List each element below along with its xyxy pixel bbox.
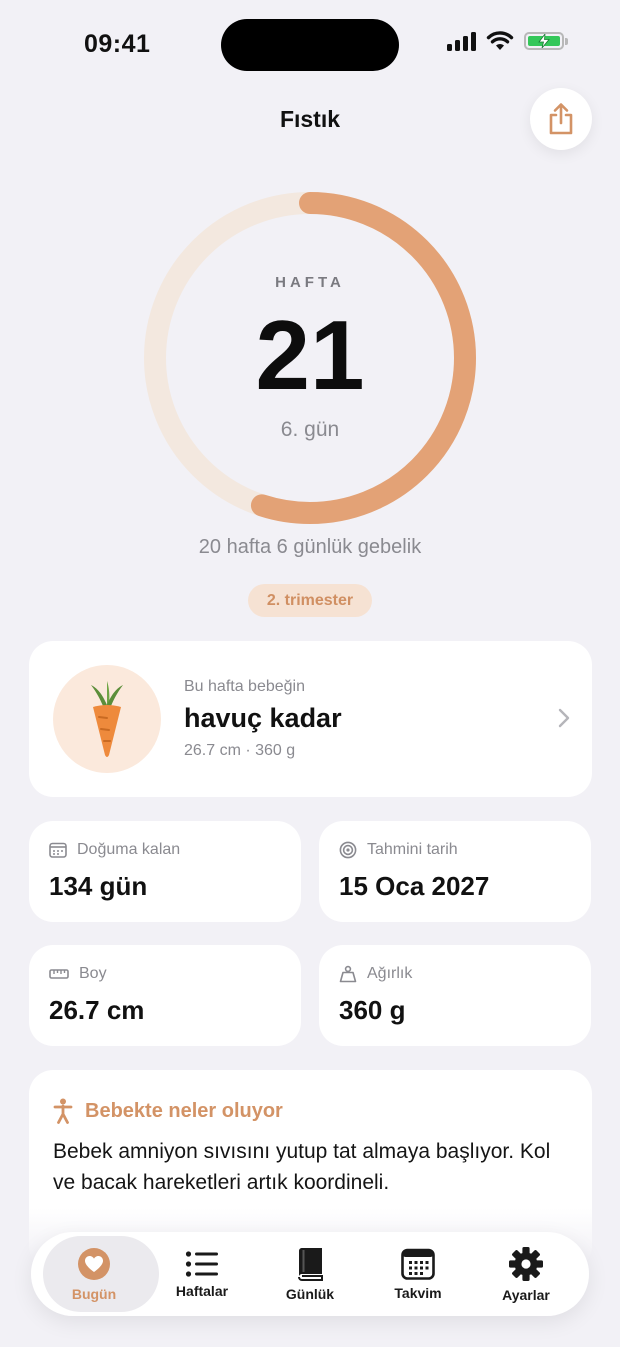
gestation-summary: 20 hafta 6 günlük gebelik <box>198 536 422 558</box>
chevron-right-icon <box>558 708 570 728</box>
tab-label: Bugün <box>71 1285 117 1302</box>
share-button[interactable] <box>530 88 592 150</box>
baby-size-comparison: havuç kadar <box>184 703 342 733</box>
list-icon <box>185 1250 218 1277</box>
stat-value: 360 g <box>339 995 406 1025</box>
tab-bugun[interactable]: Bugün <box>39 1232 159 1316</box>
tab-label: Takvim <box>394 1284 442 1301</box>
stat-card-due-date: Tahmini tarih 15 Oca 2027 <box>319 821 591 922</box>
week-caption: HAFTA <box>275 274 345 291</box>
stat-card-length: Boy 26.7 cm <box>29 945 301 1046</box>
page-title: Fıstık <box>279 106 341 132</box>
development-description: Bebek amniyon sıvısını yutup tat almaya … <box>53 1140 551 1194</box>
tab-takvim[interactable]: Takvim <box>363 1232 473 1316</box>
heart-icon <box>78 1247 110 1280</box>
tab-haftalar[interactable]: Haftalar <box>147 1232 257 1316</box>
tab-label: Haftalar <box>175 1282 229 1299</box>
stat-card-days-remaining: Doğuma kalan 134 gün <box>29 821 301 922</box>
tab-ayarlar[interactable]: Ayarlar <box>471 1232 581 1316</box>
tab-label: Günlük <box>285 1285 335 1302</box>
stat-label: Tahmini tarih <box>367 841 458 858</box>
tab-label: Ayarlar <box>502 1286 550 1303</box>
trimester-badge: 2. trimester <box>248 584 372 617</box>
stat-label: Boy <box>79 965 107 982</box>
development-title: Bebekte neler oluyor <box>85 1099 283 1122</box>
calendar-icon <box>49 842 67 858</box>
stat-card-weight: Ağırlık 360 g <box>319 945 591 1046</box>
dynamic-island <box>221 19 399 71</box>
baby-size-metrics: 26.7 cm · 360 g <box>184 742 296 759</box>
stat-label: Doğuma kalan <box>77 841 181 858</box>
current-week-number: 21 <box>255 300 365 410</box>
share-icon <box>549 103 573 135</box>
stat-value: 15 Oca 2027 <box>339 871 490 901</box>
stat-value: 26.7 cm <box>49 995 145 1025</box>
battery-icon <box>524 32 568 50</box>
cellular-signal-icon <box>447 31 476 51</box>
baby-card-subtitle: Bu hafta bebeğin <box>184 678 305 695</box>
baby-size-illustration <box>53 665 161 773</box>
ruler-icon <box>49 969 69 979</box>
calendar-grid-icon <box>401 1248 435 1280</box>
carrot-icon <box>91 681 123 757</box>
book-icon <box>298 1247 323 1281</box>
baby-size-card[interactable]: Bu hafta bebeğin havuç kadar 26.7 cm · 3… <box>29 641 592 797</box>
figure-icon <box>53 1098 73 1124</box>
wifi-icon <box>486 31 514 50</box>
stat-label: Ağırlık <box>367 965 413 982</box>
stat-value: 134 gün <box>49 871 148 901</box>
tab-gunluk[interactable]: Günlük <box>255 1232 365 1316</box>
gear-icon <box>509 1246 543 1281</box>
status-time: 09:41 <box>84 30 151 58</box>
current-day: 6. gün <box>280 418 340 441</box>
weight-icon <box>339 965 357 983</box>
tab-bar: Bugün Haftalar Günlük Takvim Ayarlar <box>31 1232 589 1316</box>
target-icon <box>339 841 357 859</box>
status-icons <box>447 31 568 51</box>
